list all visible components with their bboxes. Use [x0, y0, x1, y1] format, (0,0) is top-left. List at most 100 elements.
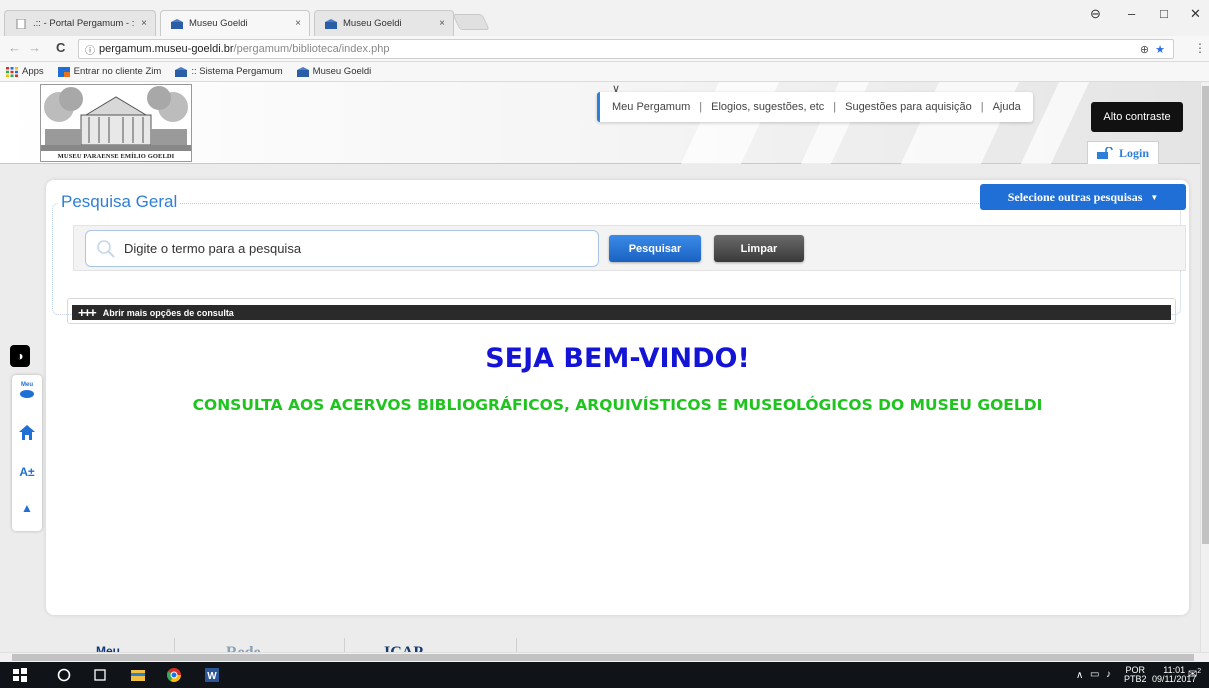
- back-icon[interactable]: ←: [8, 40, 21, 55]
- reload-icon[interactable]: C: [56, 40, 65, 55]
- horizontal-scrollbar[interactable]: [0, 652, 1209, 662]
- network-icon[interactable]: ▭: [1090, 670, 1099, 680]
- search-input[interactable]: Digite o termo para a pesquisa: [85, 230, 599, 267]
- welcome-subtitle: CONSULTA AOS ACERVOS BIBLIOGRÁFICOS, ARQ…: [192, 396, 1043, 414]
- bookmark-apps[interactable]: Apps: [6, 66, 44, 77]
- zoom-icon[interactable]: ⊕: [1140, 44, 1149, 56]
- search-icon: [97, 239, 115, 258]
- page-icon: [16, 18, 26, 29]
- windows-start-icon[interactable]: [12, 667, 28, 683]
- bookmark-sistema-pergamum[interactable]: :: Sistema Pergamum: [175, 66, 283, 77]
- windows-taskbar: W ∧ ▭ ♪ POR PTB2 11:01 09/11/2017 ✉2: [0, 662, 1209, 688]
- welcome-heading: SEJA BEM-VINDO!: [485, 343, 750, 374]
- search-placeholder: Digite o termo para a pesquisa: [124, 241, 302, 256]
- menu-elogios[interactable]: Elogios, sugestões, etc: [711, 101, 824, 113]
- bookmark-label: :: Sistema Pergamum: [191, 66, 283, 77]
- bookmark-zimbra[interactable]: Entrar no cliente Zim: [57, 66, 162, 77]
- task-view-icon[interactable]: [92, 667, 108, 683]
- search-fieldset: Digite o termo para a pesquisa Pesquisar…: [52, 203, 1186, 324]
- apps-grid-icon: [6, 66, 18, 77]
- profile-icon[interactable]: ⊖: [1090, 6, 1101, 22]
- url-host: pergamum.museu-goeldi.br: [99, 43, 234, 55]
- footer-meu[interactable]: Meu: [96, 644, 120, 652]
- clear-button[interactable]: Limpar: [714, 235, 804, 262]
- museum-logo[interactable]: MUSEU PARAENSE EMÍLIO GOELDI: [40, 84, 192, 162]
- notification-count: 2: [1197, 668, 1202, 675]
- file-explorer-icon[interactable]: [130, 667, 146, 683]
- museum-icon: [325, 18, 337, 29]
- search-card: Digite o termo para a pesquisa Pesquisar…: [46, 180, 1189, 615]
- footer-rede[interactable]: Rede: [226, 644, 261, 652]
- login-label: Login: [1118, 145, 1149, 160]
- tab-title: Museu Goeldi: [343, 18, 402, 29]
- search-title: Pesquisa Geral: [58, 192, 181, 212]
- other-searches-dropdown[interactable]: Selecione outras pesquisas ▼: [980, 184, 1186, 210]
- bookmark-label: Museu Goeldi: [312, 66, 372, 77]
- other-searches-label: Selecione outras pesquisas: [1007, 189, 1143, 204]
- url-path: /pergamum/biblioteca/index.php: [233, 43, 390, 55]
- meu-label: Meu: [21, 382, 33, 388]
- bookmark-label: Entrar no cliente Zim: [73, 66, 162, 77]
- menu-separator: |: [699, 101, 703, 113]
- notifications-icon[interactable]: ✉2: [1188, 667, 1201, 680]
- address-bar[interactable]: ⓘ pergamum.museu-goeldi.br/pergamum/bibl…: [78, 39, 1174, 59]
- more-options-label: Abrir mais opções de consulta: [102, 307, 234, 318]
- search-button[interactable]: Pesquisar: [609, 235, 701, 262]
- bookmark-label: Apps: [22, 66, 44, 77]
- more-options-box: +++ Abrir mais opções de consulta: [67, 298, 1176, 324]
- bookmark-museu-goeldi[interactable]: Museu Goeldi: [296, 66, 372, 77]
- top-menu: Meu Pergamum | Elogios, sugestões, etc |…: [597, 92, 1033, 122]
- unlock-icon: [1096, 147, 1113, 159]
- tab-title: Museu Goeldi: [189, 18, 248, 29]
- search-panel: Digite o termo para a pesquisa Pesquisar…: [73, 225, 1186, 271]
- dropdown-arrow-icon: ▼: [1150, 192, 1159, 202]
- expand-plus-icon: +++: [78, 305, 97, 320]
- menu-meu-pergamum[interactable]: Meu Pergamum: [612, 101, 690, 113]
- volume-icon[interactable]: ♪: [1106, 670, 1111, 680]
- museum-icon: [171, 18, 183, 29]
- menu-ajuda[interactable]: Ajuda: [993, 101, 1021, 113]
- high-contrast-button[interactable]: Alto contraste: [1091, 102, 1183, 132]
- login-button[interactable]: Login: [1087, 141, 1159, 164]
- tab-portal-pergamum[interactable]: .:: - Portal Pergamum - :: ×: [4, 10, 156, 36]
- home-icon[interactable]: [12, 425, 42, 445]
- new-tab-button[interactable]: [452, 14, 490, 30]
- browser-toolbar: ← → C ⓘ pergamum.museu-goeldi.br/pergamu…: [0, 36, 1209, 62]
- tab-museu-goeldi-active[interactable]: Museu Goeldi ×: [160, 10, 310, 36]
- more-options-toggle[interactable]: +++ Abrir mais opções de consulta: [72, 305, 1171, 320]
- language-bottom: PTB2: [1124, 674, 1147, 684]
- chrome-icon[interactable]: [166, 667, 182, 683]
- language-indicator[interactable]: POR PTB2: [1124, 666, 1147, 684]
- accessibility-toolbar: Meu A± ▲: [12, 375, 42, 531]
- close-icon[interactable]: ×: [295, 18, 301, 29]
- menu-separator: |: [833, 101, 837, 113]
- font-size-icon[interactable]: A±: [12, 465, 42, 479]
- close-icon[interactable]: ×: [439, 18, 445, 29]
- close-window-icon[interactable]: ✕: [1190, 6, 1201, 22]
- tab-museu-goeldi[interactable]: Museu Goeldi ×: [314, 10, 454, 36]
- word-icon[interactable]: W: [204, 667, 220, 683]
- zimbra-icon: [57, 66, 70, 77]
- cortana-icon[interactable]: [56, 667, 72, 683]
- info-icon[interactable]: ⓘ: [85, 42, 95, 57]
- menu-sugestoes-aquisicao[interactable]: Sugestões para aquisição: [845, 101, 972, 113]
- meu-pergamum-shortcut[interactable]: Meu: [12, 382, 42, 401]
- contrast-toggle-icon[interactable]: ◑: [10, 345, 30, 367]
- scroll-top-icon[interactable]: ▲: [12, 501, 42, 515]
- logo-caption: MUSEU PARAENSE EMÍLIO GOELDI: [57, 153, 175, 160]
- header-banner: MUSEU PARAENSE EMÍLIO GOELDI ∨ Meu Perga…: [0, 82, 1200, 164]
- tab-title: .:: - Portal Pergamum - ::: [33, 18, 136, 29]
- tray-expand-icon[interactable]: ∧: [1076, 671, 1083, 681]
- browser-menu-icon[interactable]: ⋮: [1194, 41, 1206, 55]
- restore-icon[interactable]: □: [1160, 6, 1168, 21]
- footer-icap[interactable]: ICAP: [384, 644, 423, 652]
- vertical-scrollbar[interactable]: [1200, 82, 1209, 652]
- menu-separator: |: [980, 101, 984, 113]
- svg-text:W: W: [207, 671, 217, 682]
- minimize-icon[interactable]: –: [1128, 6, 1135, 21]
- user-icon: [20, 390, 34, 398]
- browser-tab-strip: .:: - Portal Pergamum - :: × Museu Goeld…: [0, 0, 1209, 36]
- bookmark-star-icon[interactable]: ★: [1155, 44, 1165, 56]
- forward-icon[interactable]: →: [28, 40, 41, 55]
- close-icon[interactable]: ×: [141, 18, 147, 29]
